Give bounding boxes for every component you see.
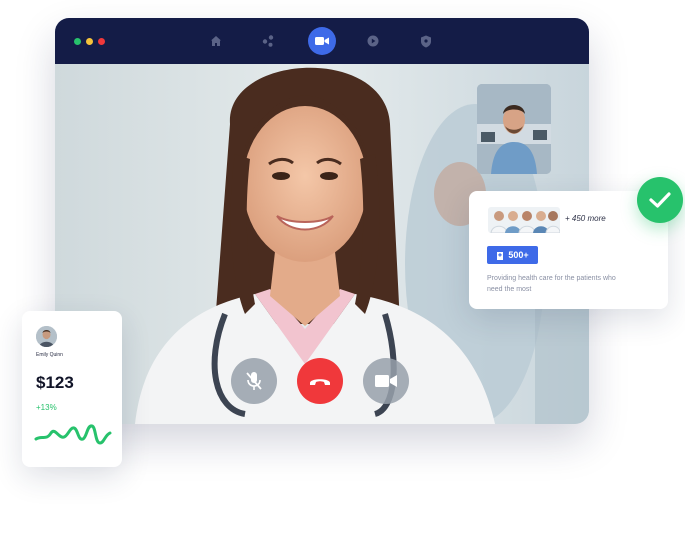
play-icon[interactable] (363, 31, 383, 51)
count-badge-label: 500+ (508, 250, 529, 260)
avatar (36, 326, 57, 347)
team-avatars (488, 207, 561, 234)
end-call-button[interactable] (297, 358, 343, 404)
home-icon[interactable] (206, 31, 226, 51)
end-call-icon (310, 379, 330, 385)
hospital-icon (497, 251, 504, 260)
camera-icon (375, 375, 397, 387)
share-icon[interactable] (258, 31, 278, 51)
video-camera-icon[interactable] (308, 27, 336, 55)
more-count-text: + 450 more (565, 214, 606, 223)
trend-sparkline (34, 424, 112, 445)
team-description: Providing health care for the patients w… (487, 275, 616, 293)
user-stats-card: Emily Quinn $123 +13% (22, 311, 122, 467)
window-dot-yellow[interactable] (86, 38, 93, 45)
camera-toggle-button[interactable] (363, 358, 409, 404)
change-percent: +13% (36, 403, 57, 412)
user-name: Emily Quinn (36, 352, 63, 358)
mic-off-icon (246, 372, 262, 390)
window-dot-green[interactable] (74, 38, 81, 45)
mute-button[interactable] (231, 358, 277, 404)
window-dot-red[interactable] (98, 38, 105, 45)
self-view-thumbnail[interactable] (477, 84, 551, 174)
count-badge: 500+ (487, 246, 538, 264)
shield-icon[interactable] (416, 31, 436, 51)
title-bar (55, 18, 589, 64)
amount-value: $123 (36, 373, 74, 392)
man-video-image (477, 84, 551, 174)
success-check-icon (637, 177, 683, 223)
